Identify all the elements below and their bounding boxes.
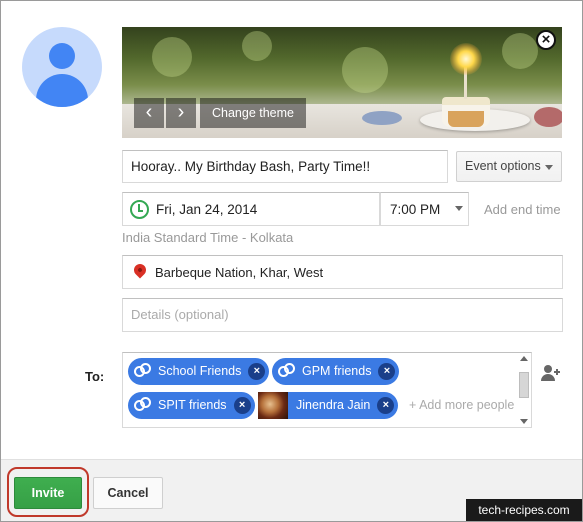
date-picker[interactable]: Fri, Jan 24, 2014 bbox=[122, 192, 380, 226]
timezone-link[interactable]: India Standard Time - Kolkata bbox=[122, 230, 293, 245]
chevron-right-icon[interactable]: › bbox=[166, 98, 196, 128]
cupcake-wrapper bbox=[448, 111, 484, 127]
bokeh-light bbox=[242, 31, 272, 61]
guest-chip-person[interactable]: Jinendra Jain × bbox=[258, 392, 399, 419]
avatar-body-shape bbox=[36, 74, 88, 107]
guest-chip-label: GPM friends bbox=[302, 364, 372, 378]
guest-chip[interactable]: SPIT friends × bbox=[128, 392, 255, 419]
bokeh-light bbox=[342, 47, 388, 93]
remove-icon[interactable]: × bbox=[248, 363, 266, 380]
close-icon[interactable]: × bbox=[536, 30, 556, 50]
remove-icon[interactable]: × bbox=[377, 397, 395, 414]
group-icon bbox=[134, 363, 152, 380]
remove-icon[interactable]: × bbox=[233, 397, 251, 414]
avatar-head-shape bbox=[49, 43, 75, 69]
bokeh-light bbox=[502, 33, 538, 69]
event-options-dropdown[interactable]: Event options bbox=[456, 151, 562, 182]
theme-nav: ‹ › Change theme bbox=[134, 98, 307, 128]
clock-icon bbox=[130, 200, 149, 219]
add-person-icon[interactable] bbox=[540, 364, 560, 382]
map-pin-icon bbox=[131, 261, 149, 279]
remove-icon[interactable]: × bbox=[378, 363, 396, 380]
location-value: Barbeque Nation, Khar, West bbox=[155, 265, 324, 280]
change-theme-button[interactable]: Change theme bbox=[200, 98, 307, 128]
date-value: Fri, Jan 24, 2014 bbox=[156, 202, 258, 217]
group-icon bbox=[278, 363, 296, 380]
tablecloth-pattern bbox=[362, 111, 402, 125]
time-picker[interactable]: 7:00 PM bbox=[380, 192, 469, 226]
bokeh-light bbox=[152, 37, 192, 77]
watermark: tech-recipes.com bbox=[466, 499, 582, 521]
event-title-input[interactable]: Hooray.. My Birthday Bash, Party Time!! bbox=[122, 150, 448, 183]
chevron-left-icon[interactable]: ‹ bbox=[134, 98, 164, 128]
scroll-up-icon[interactable] bbox=[520, 356, 528, 361]
scroll-down-icon[interactable] bbox=[520, 419, 528, 424]
add-more-people-input[interactable]: + Add more people bbox=[409, 398, 514, 412]
contact-photo bbox=[258, 392, 288, 419]
add-end-time-link[interactable]: Add end time bbox=[484, 202, 561, 217]
guest-chip-label: SPIT friends bbox=[158, 398, 227, 412]
sparkler bbox=[450, 43, 482, 75]
guest-chip[interactable]: School Friends × bbox=[128, 358, 270, 385]
chevron-down-icon bbox=[545, 165, 553, 170]
invite-button[interactable]: Invite bbox=[14, 477, 82, 509]
guest-chip-label: School Friends bbox=[158, 364, 242, 378]
guests-scrollbar[interactable] bbox=[518, 354, 530, 426]
guests-field[interactable]: School Friends × GPM friends × SPIT frie… bbox=[122, 352, 532, 428]
guest-chip[interactable]: GPM friends × bbox=[272, 358, 400, 385]
guest-chip-label: Jinendra Jain bbox=[296, 398, 371, 412]
cancel-button[interactable]: Cancel bbox=[93, 477, 163, 509]
time-value: 7:00 PM bbox=[390, 202, 441, 217]
event-options-label: Event options bbox=[465, 159, 541, 173]
to-label: To: bbox=[85, 369, 105, 384]
chevron-down-icon bbox=[455, 206, 463, 211]
location-input[interactable]: Barbeque Nation, Khar, West bbox=[122, 255, 563, 289]
group-icon bbox=[134, 397, 152, 414]
scroll-thumb[interactable] bbox=[519, 372, 529, 398]
theme-image: × ‹ › Change theme bbox=[122, 27, 562, 138]
user-avatar bbox=[22, 27, 102, 107]
details-input[interactable]: Details (optional) bbox=[122, 298, 563, 332]
tablecloth-pattern bbox=[534, 107, 562, 127]
